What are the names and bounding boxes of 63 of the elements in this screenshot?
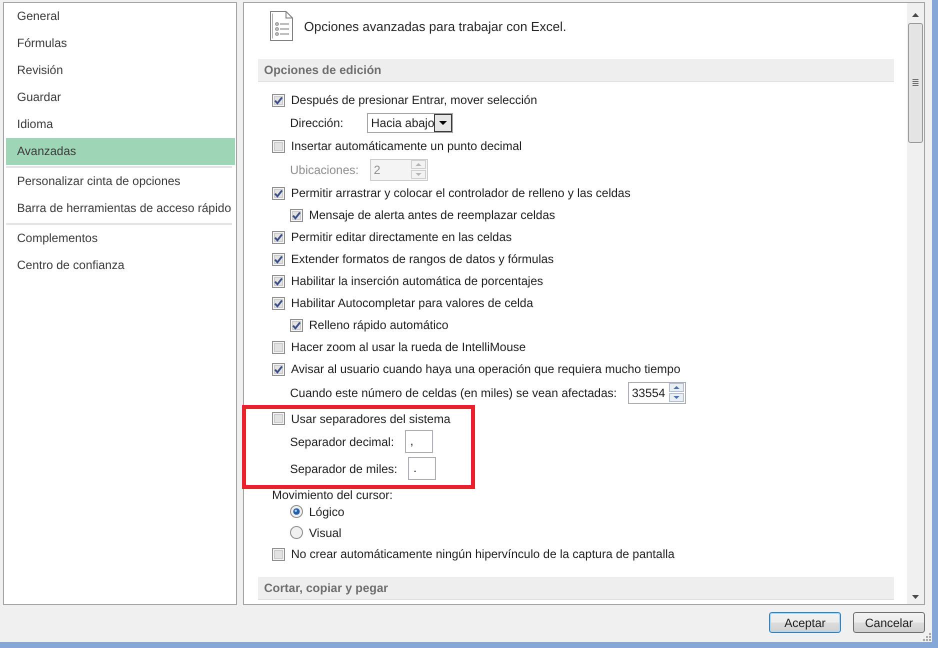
checkbox-label: Usar separadores del sistema — [291, 412, 450, 426]
sidebar-item[interactable]: Guardar — [6, 84, 235, 111]
scrollbar-thumb[interactable] — [908, 23, 923, 143]
field-label: Cuando este número de celdas (en miles) se vean afectadas: — [290, 386, 618, 400]
document-list-icon — [270, 11, 293, 41]
checkbox[interactable] — [272, 296, 285, 310]
dropdown[interactable]: Hacia abajo — [367, 113, 453, 133]
checkbox[interactable] — [272, 140, 285, 152]
sidebar-item[interactable]: Personalizar cinta de opciones — [6, 168, 235, 195]
checkbox-label: Después de presionar Entrar, mover selección — [291, 93, 538, 107]
radio-button[interactable] — [290, 505, 303, 518]
checkbox[interactable] — [272, 412, 285, 425]
checkbox[interactable] — [272, 230, 285, 244]
sidebar-item[interactable]: Idioma — [6, 111, 235, 138]
caret-down-icon[interactable] — [912, 595, 919, 599]
checkbox[interactable] — [290, 208, 303, 222]
sidebar-item[interactable]: Complementos — [6, 225, 235, 252]
checkbox-label: Relleno rápido automático — [309, 318, 448, 332]
checkbox-label: Permitir arrastrar y colocar el controlador de relleno y las celdas — [291, 186, 630, 200]
checkbox[interactable] — [272, 94, 285, 106]
checkbox[interactable] — [272, 186, 285, 200]
checkbox[interactable] — [272, 362, 285, 376]
checkbox[interactable] — [272, 548, 285, 560]
caret-down-icon[interactable] — [434, 114, 452, 132]
caret-up-icon[interactable] — [912, 13, 919, 17]
sidebar-item[interactable]: Revisión — [6, 57, 235, 84]
sidebar-item[interactable]: General — [6, 3, 235, 30]
checkbox-label: Extender formatos de rangos de datos y fórmulas — [291, 252, 554, 266]
checkbox[interactable] — [272, 340, 285, 354]
dialog-button[interactable]: Aceptar — [769, 612, 841, 633]
sidebar-item[interactable]: Avanzadas — [6, 138, 235, 165]
sidebar-item[interactable]: Barra de herramientas de acceso rápido — [6, 195, 235, 222]
checkbox[interactable] — [290, 318, 303, 332]
checkbox-label: Insertar automáticamente un punto decimal — [291, 139, 522, 153]
checkbox-label: No crear automáticamente ningún hipervínculo de la captura de pantalla — [291, 547, 675, 561]
radio-label: Visual — [309, 526, 342, 540]
resize-grip-icon[interactable] — [922, 632, 931, 641]
field-label: Ubicaciones: — [290, 162, 360, 176]
text-field[interactable]: . — [408, 457, 436, 480]
field-label: Separador de miles: — [290, 462, 398, 476]
text-field[interactable]: , — [405, 430, 434, 453]
number-field[interactable]: 33554 — [628, 382, 686, 404]
checkbox[interactable] — [272, 252, 285, 266]
radio-button[interactable] — [290, 526, 303, 539]
checkbox-label: Hacer zoom al usar la rueda de IntelliMouse — [291, 340, 526, 354]
sidebar-item[interactable]: Fórmulas — [6, 30, 235, 57]
checkbox-label: Permitir editar directamente en las celdas — [291, 230, 512, 244]
radio-label: Lógico — [309, 504, 344, 518]
dialog-button[interactable]: Cancelar — [853, 612, 925, 633]
group-label: Movimiento del cursor: — [272, 489, 393, 501]
field-label: Separador decimal: — [290, 434, 396, 448]
page-title: Opciones avanzadas para trabajar con Excel. — [304, 18, 566, 34]
checkbox-label: Habilitar la inserción automática de porcentajes — [291, 274, 544, 288]
checkbox-label: Mensaje de alerta antes de reemplazar celdas — [309, 208, 556, 222]
checkbox-label: Habilitar Autocompletar para valores de celda — [291, 296, 534, 310]
sidebar-item[interactable]: Centro de confianza — [6, 252, 235, 279]
checkbox-label: Avisar al usuario cuando haya una operación que requiera mucho tiempo — [291, 362, 680, 376]
section-header: Cortar, copiar y pegar — [258, 577, 894, 600]
field-label: Dirección: — [290, 116, 344, 130]
checkbox[interactable] — [272, 274, 285, 288]
section-header: Opciones de edición — [258, 59, 894, 82]
scrollbar[interactable] — [907, 3, 924, 604]
caret-up-icon[interactable] — [668, 383, 684, 392]
